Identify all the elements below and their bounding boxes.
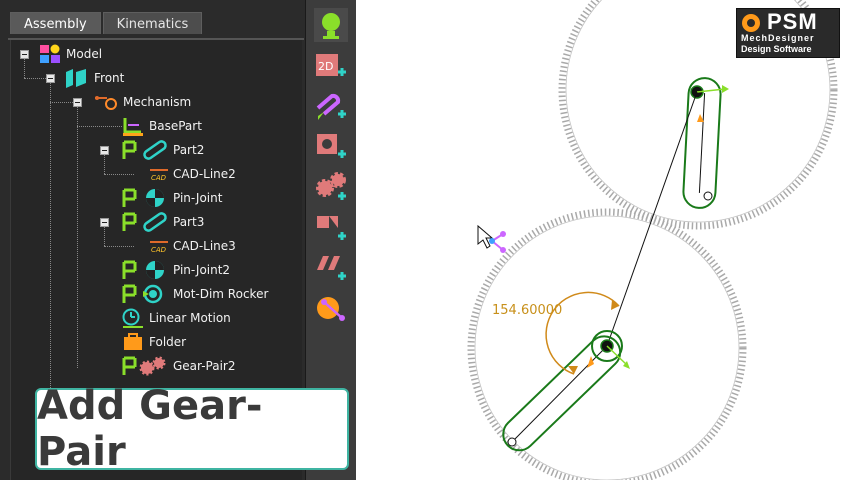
add-kinematic-chain-icon[interactable] — [314, 292, 348, 326]
tree-item-mechanism[interactable]: Mechanism — [93, 91, 191, 113]
line-end-bottom — [507, 437, 517, 447]
tree-item-label: Pin-Joint2 — [173, 263, 231, 277]
logo-mark-icon — [742, 14, 760, 32]
tree-item-basepart[interactable]: BasePart — [121, 115, 202, 137]
tree-item-label: Linear Motion — [149, 311, 231, 325]
tree-item-label: Mot-Dim Rocker — [173, 287, 269, 301]
tree-item-pin-joint2[interactable]: Pin-Joint2 — [121, 259, 230, 281]
line-end-top — [703, 191, 713, 201]
graphics-area[interactable] — [355, 0, 852, 480]
tree-item-part3[interactable]: Part3 — [121, 211, 204, 233]
tree-item-label: BasePart — [149, 119, 202, 133]
add-2d-sketch-icon[interactable]: 2D — [314, 50, 348, 84]
caption-overlay: Add Gear-Pair — [35, 383, 349, 475]
folder-icon — [124, 333, 142, 350]
tree-item-front[interactable]: Front — [64, 67, 124, 89]
part-link-icon — [122, 212, 167, 232]
psm-logo: PSM MechDesigner Design Software — [736, 8, 840, 58]
add-gear-pair-icon[interactable] — [314, 170, 348, 204]
tree-item-folder[interactable]: Folder — [121, 331, 186, 353]
tree-item-label: Pin-Joint — [173, 191, 223, 205]
tab-kinematics[interactable]: Kinematics — [102, 12, 203, 34]
coupler-line — [606, 91, 698, 347]
tree-item-motdim-rocker[interactable]: Mot-Dim Rocker — [121, 283, 268, 305]
tree-item-label: CAD-Line2 — [173, 167, 236, 181]
caption-text: Add Gear-Pair — [37, 383, 263, 475]
tree-item-cad-line3[interactable]: CAD CAD-Line3 — [149, 235, 236, 257]
tree-item-label: Part3 — [173, 215, 205, 229]
model-icon — [40, 44, 60, 63]
expander-part2[interactable] — [100, 146, 109, 155]
tree-item-label: Model — [66, 47, 103, 61]
tree-item-model[interactable]: Model — [38, 43, 102, 65]
part-origin-widget — [489, 231, 506, 253]
pin-joint-icon — [122, 188, 164, 207]
basepart-icon — [123, 118, 143, 136]
panel-tabs: Assembly Kinematics — [10, 12, 204, 38]
add-function-icon[interactable] — [314, 250, 348, 284]
tree-item-part2[interactable]: Part2 — [121, 139, 204, 161]
tree-item-label: Front — [94, 71, 125, 85]
svg-text:2D: 2D — [318, 60, 333, 73]
add-motion-dimension-icon[interactable] — [314, 210, 348, 244]
expander-model[interactable] — [20, 50, 29, 59]
cad-badge: CAD — [151, 246, 167, 254]
expander-mechanism[interactable] — [73, 98, 82, 107]
tree-item-cad-line2[interactable]: CAD CAD-Line2 — [149, 163, 236, 185]
mouse-cursor-icon — [477, 224, 494, 249]
tree-item-label: Mechanism — [123, 95, 192, 109]
logo-line1: MechDesigner — [741, 33, 815, 43]
gear-pair-icon — [122, 356, 166, 376]
cad-badge: CAD — [151, 174, 167, 182]
part3-link[interactable] — [682, 77, 722, 209]
cad-line-icon: CAD — [150, 241, 168, 254]
tree-item-pin-joint[interactable]: Pin-Joint — [121, 187, 222, 209]
expander-front[interactable] — [46, 74, 55, 83]
motion-dimension-icon — [122, 284, 163, 304]
mechanism-icon — [95, 96, 117, 110]
tree-item-label: Gear-Pair2 — [173, 359, 236, 373]
tab-assembly[interactable]: Assembly — [10, 12, 101, 34]
add-joint-icon[interactable] — [314, 130, 348, 164]
tree-item-label: Part2 — [173, 143, 205, 157]
add-model-element-icon[interactable] — [314, 8, 348, 42]
logo-title: PSM — [767, 9, 818, 34]
add-part-icon[interactable] — [314, 90, 348, 124]
linear-motion-clock-icon — [122, 308, 143, 328]
motion-dimension-value[interactable]: 154.60000 — [492, 303, 562, 318]
sketch-plane-icon — [66, 69, 86, 88]
tree-item-label: CAD-Line3 — [173, 239, 236, 253]
cad-line-icon: CAD — [150, 169, 168, 182]
tree-item-gear-pair2[interactable]: Gear-Pair2 — [121, 355, 235, 377]
tree-item-linear-motion[interactable]: Linear Motion — [121, 307, 231, 329]
logo-line2: Design Software — [741, 44, 812, 54]
part-link-icon — [122, 140, 167, 160]
expander-part3[interactable] — [100, 218, 109, 227]
pin-joint-icon — [122, 260, 164, 279]
cad-line2 — [511, 345, 608, 443]
tree-item-label: Folder — [149, 335, 187, 349]
